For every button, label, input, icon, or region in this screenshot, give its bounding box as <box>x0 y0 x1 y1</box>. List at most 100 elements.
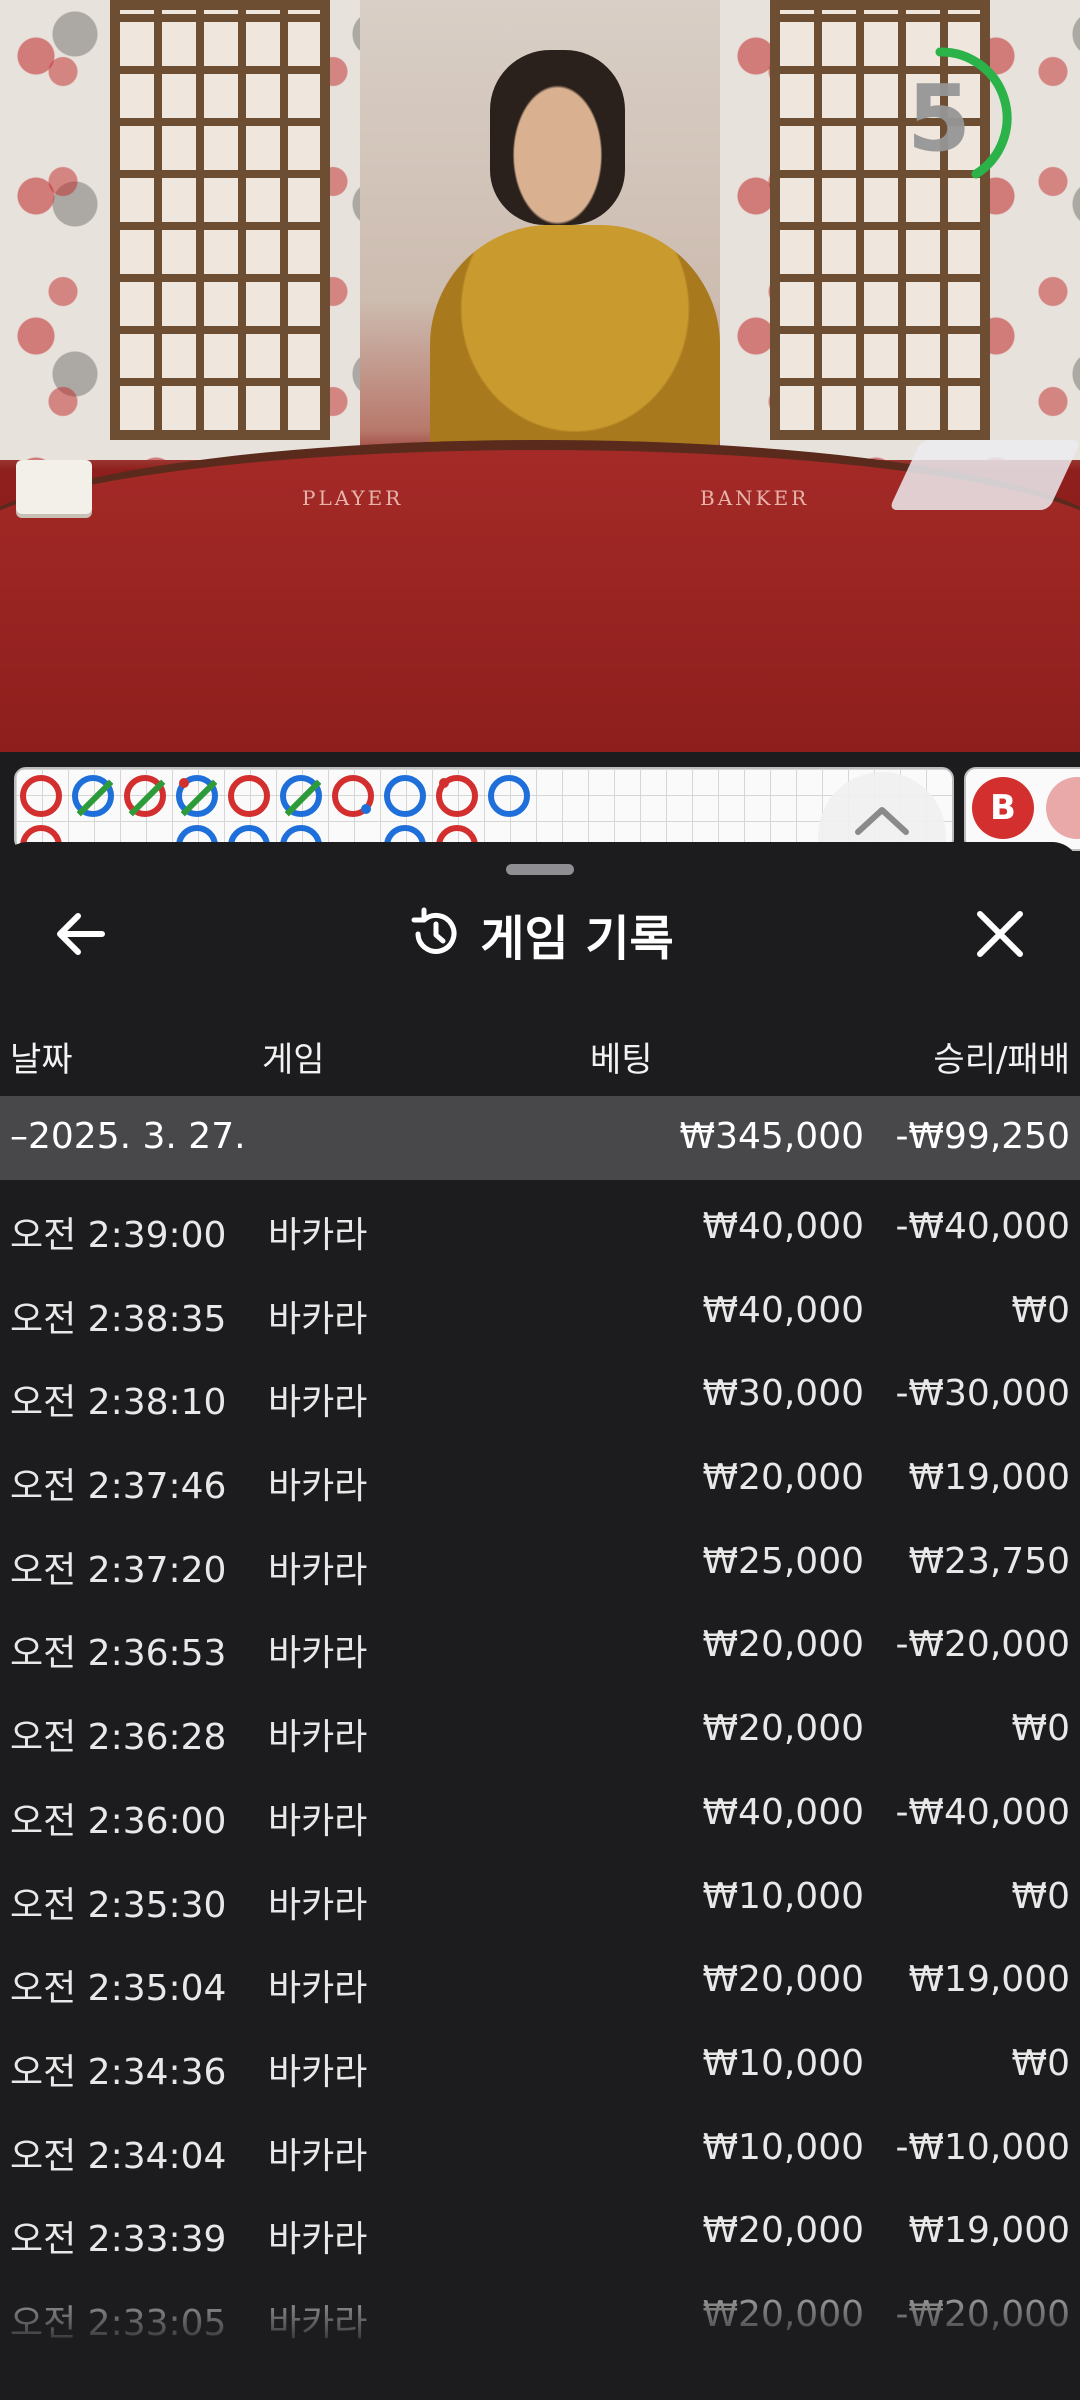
row-game: 바카라 <box>268 2135 368 2177</box>
row-bet: ₩10,000 <box>702 2126 864 2168</box>
card-shoe <box>888 440 1080 510</box>
row-time: 오전 2:39:00 <box>10 1215 227 1256</box>
row-result: ₩0 <box>1011 1875 1071 1917</box>
column-header-result: 승리/패배 <box>933 1040 1070 1080</box>
countdown-value: 5 <box>906 64 971 172</box>
banker-predict-badge[interactable]: B <box>972 777 1034 839</box>
row-time: 오전 2:38:35 <box>10 1298 227 1340</box>
road-player-tie <box>72 775 114 817</box>
history-row[interactable]: 오전 2:35:04 바카라 ₩20,000 ₩19,000 <box>0 1941 1080 2025</box>
road-banker <box>228 775 270 817</box>
live-video-feed: PLAYER BANKER 5 <box>0 0 1080 752</box>
row-result: ₩23,750 <box>908 1540 1070 1582</box>
history-row[interactable]: 오전 2:36:53 바카라 ₩20,000 -₩20,000 <box>0 1606 1080 1690</box>
sheet-grabber[interactable] <box>506 864 574 875</box>
road-player <box>384 775 426 817</box>
row-time: 오전 2:37:20 <box>10 1549 227 1591</box>
history-row[interactable]: 오전 2:37:46 바카라 ₩20,000 ₩19,000 <box>0 1439 1080 1523</box>
game-history-sheet: 게임 기록 날짜 게임 베팅 승리/패배 –2025. 3. 27. ₩345,… <box>0 842 1080 2400</box>
row-game: 바카라 <box>268 1549 368 1591</box>
row-result: -₩40,000 <box>895 1206 1070 1247</box>
history-row[interactable]: 오전 2:34:04 바카라 ₩10,000 -₩10,000 <box>0 2109 1080 2193</box>
row-game: 바카라 <box>268 1884 368 1926</box>
row-result: ₩0 <box>1011 2042 1071 2084</box>
row-bet: ₩20,000 <box>702 1624 864 1666</box>
column-header-game: 게임 <box>262 1040 325 1080</box>
dealer-body <box>430 225 720 465</box>
row-time: 오전 2:34:36 <box>10 2051 227 2093</box>
date-group-result-total: -₩99,250 <box>895 1116 1070 1157</box>
column-header-bet: 베팅 <box>590 1040 653 1080</box>
row-time: 오전 2:37:46 <box>10 1466 227 1508</box>
road-player <box>488 775 530 817</box>
row-game: 바카라 <box>268 1968 368 2010</box>
row-game: 바카라 <box>268 1298 368 1340</box>
row-result: ₩19,000 <box>908 1959 1070 2001</box>
row-game: 바카라 <box>268 1800 368 1842</box>
close-button[interactable] <box>970 904 1030 964</box>
history-row[interactable]: 오전 2:33:05 바카라 ₩20,000 -₩20,000 <box>0 2276 1080 2360</box>
countdown-timer: 5 <box>880 44 1028 192</box>
history-row[interactable]: 오전 2:34:36 바카라 ₩10,000 ₩0 <box>0 2025 1080 2109</box>
date-group-bet-total: ₩345,000 <box>679 1116 864 1157</box>
row-result: -₩40,000 <box>895 1791 1070 1833</box>
history-list: 오전 2:39:00 바카라 ₩40,000 -₩40,000 오전 2:38:35 바… <box>0 1188 1080 2360</box>
row-result: -₩30,000 <box>895 1373 1070 1415</box>
row-time: 오전 2:34:04 <box>10 2135 227 2177</box>
road-player-pair <box>436 775 478 817</box>
date-group-row[interactable]: –2025. 3. 27. ₩345,000 -₩99,250 <box>0 1096 1080 1180</box>
row-bet: ₩20,000 <box>702 2210 864 2252</box>
history-row[interactable]: 오전 2:33:39 바카라 ₩20,000 ₩19,000 <box>0 2192 1080 2276</box>
row-game: 바카라 <box>268 1466 368 1508</box>
row-time: 오전 2:35:30 <box>10 1884 227 1926</box>
row-bet: ₩10,000 <box>702 2042 864 2084</box>
bead-road[interactable] <box>14 767 954 851</box>
row-time: 오전 2:36:53 <box>10 1633 227 1675</box>
row-result: -₩20,000 <box>895 2293 1070 2335</box>
chevron-up-icon <box>855 807 909 835</box>
row-result: ₩0 <box>1011 1708 1071 1750</box>
row-bet: ₩20,000 <box>702 1708 864 1750</box>
column-header-date: 날짜 <box>10 1040 73 1080</box>
sheet-title: 게임 기록 <box>480 911 674 967</box>
history-icon <box>411 907 457 954</box>
history-row[interactable]: 오전 2:36:28 바카라 ₩20,000 ₩0 <box>0 1690 1080 1774</box>
row-bet: ₩10,000 <box>702 1875 864 1917</box>
road-banker <box>20 775 62 817</box>
card-deck <box>16 460 92 514</box>
history-row[interactable]: 오전 2:37:20 바카라 ₩25,000 ₩23,750 <box>0 1523 1080 1607</box>
row-game: 바카라 <box>268 2051 368 2093</box>
history-row[interactable]: 오전 2:35:30 바카라 ₩10,000 ₩0 <box>0 1858 1080 1942</box>
row-result: ₩0 <box>1011 1289 1071 1331</box>
dealer-head <box>490 50 625 225</box>
row-result: ₩19,000 <box>908 2210 1070 2252</box>
table-label-banker: BANKER <box>700 486 810 510</box>
row-bet: ₩40,000 <box>702 1791 864 1833</box>
row-time: 오전 2:35:04 <box>10 1968 227 2010</box>
row-result: -₩10,000 <box>895 2126 1070 2168</box>
close-icon <box>977 911 1023 957</box>
row-bet: ₩20,000 <box>702 2293 864 2335</box>
row-time: 오전 2:33:05 <box>10 2302 227 2344</box>
sheet-header: 게임 기록 <box>0 904 1080 967</box>
lattice-screen-left <box>110 0 330 440</box>
row-result: ₩19,000 <box>908 1457 1070 1499</box>
row-bet: ₩30,000 <box>702 1373 864 1415</box>
row-result: -₩20,000 <box>895 1624 1070 1666</box>
row-game: 바카라 <box>268 1382 368 1424</box>
history-row[interactable]: 오전 2:38:35 바카라 ₩40,000 ₩0 <box>0 1272 1080 1356</box>
history-row[interactable]: 오전 2:39:00 바카라 ₩40,000 -₩40,000 <box>0 1188 1080 1272</box>
row-bet: ₩40,000 <box>702 1206 864 1247</box>
row-game: 바카라 <box>268 1633 368 1675</box>
road-player-tie <box>280 775 322 817</box>
row-time: 오전 2:38:10 <box>10 1382 227 1424</box>
road-banker-pair <box>332 775 374 817</box>
row-bet: ₩20,000 <box>702 1959 864 2001</box>
row-game: 바카라 <box>268 1215 368 1256</box>
history-row[interactable]: 오전 2:36:00 바카라 ₩40,000 -₩40,000 <box>0 1774 1080 1858</box>
row-bet: ₩20,000 <box>702 1457 864 1499</box>
row-bet: ₩25,000 <box>702 1540 864 1582</box>
row-time: 오전 2:33:39 <box>10 2219 227 2261</box>
history-row[interactable]: 오전 2:38:10 바카라 ₩30,000 -₩30,000 <box>0 1355 1080 1439</box>
row-game: 바카라 <box>268 1717 368 1759</box>
